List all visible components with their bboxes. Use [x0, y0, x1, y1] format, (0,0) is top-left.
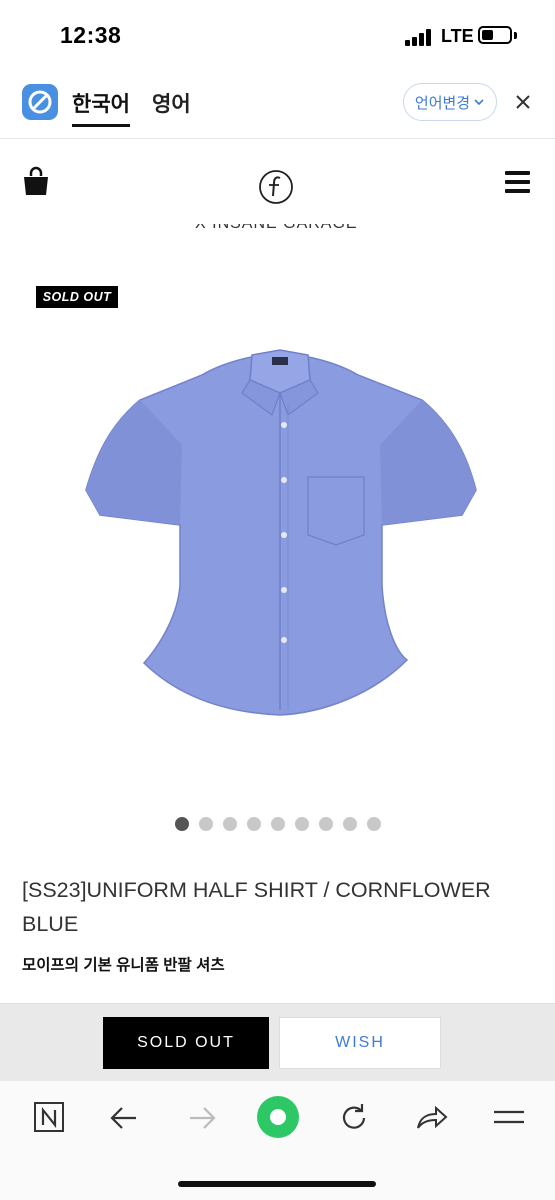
refresh-icon[interactable]	[334, 1098, 374, 1138]
translate-app-icon	[22, 84, 58, 120]
pager-dot[interactable]	[319, 817, 333, 831]
wish-button[interactable]: WISH	[279, 1017, 441, 1069]
product-subtitle: 모이프의 기본 유니폼 반팔 셔츠	[22, 957, 225, 974]
scrolled-text-fragment: X INSANE GARAGE	[195, 224, 358, 236]
language-change-label: 언어변경	[414, 94, 471, 112]
brand-logo[interactable]	[258, 169, 294, 205]
pager-dot[interactable]	[295, 817, 309, 831]
pager-dot[interactable]	[247, 817, 261, 831]
back-arrow-icon[interactable]	[104, 1098, 144, 1138]
network-label: LTE	[441, 26, 474, 46]
pager-dot[interactable]	[343, 817, 357, 831]
purchase-bar	[0, 1003, 555, 1082]
signal-icon	[405, 28, 435, 46]
forward-arrow-icon[interactable]	[182, 1098, 222, 1138]
pager-dot[interactable]	[199, 817, 213, 831]
pager-dot[interactable]	[175, 817, 189, 831]
product-title: [SS23]UNIFORM HALF SHIRT / CORNFLOWER BL…	[22, 878, 491, 936]
product-image[interactable]	[82, 345, 478, 717]
naver-home-icon[interactable]	[30, 1098, 70, 1138]
green-dot-icon[interactable]	[256, 1095, 300, 1139]
battery-cap	[514, 32, 517, 39]
close-icon[interactable]	[515, 90, 531, 116]
scrolled-text: X INSANE GARAGE	[195, 224, 358, 232]
tab-english[interactable]: 영어	[152, 88, 191, 118]
pager-dot[interactable]	[367, 817, 381, 831]
status-time: 12:38	[60, 22, 122, 48]
image-pager	[175, 817, 381, 831]
home-indicator	[178, 1181, 376, 1187]
pager-dot[interactable]	[223, 817, 237, 831]
share-icon[interactable]	[412, 1098, 452, 1138]
menu-lines-icon[interactable]	[490, 1098, 530, 1138]
pager-dot[interactable]	[271, 817, 285, 831]
sold-out-button[interactable]: SOLD OUT	[103, 1017, 269, 1069]
tab-korean[interactable]: 한국어	[72, 88, 130, 127]
chevron-down-icon	[474, 99, 484, 106]
shopping-bag-icon[interactable]	[22, 166, 50, 196]
hamburger-menu-icon[interactable]	[505, 171, 530, 193]
battery-icon	[478, 26, 512, 44]
sold-out-badge: SOLD OUT	[36, 286, 118, 308]
language-change-button[interactable]: 언어변경	[403, 83, 497, 121]
